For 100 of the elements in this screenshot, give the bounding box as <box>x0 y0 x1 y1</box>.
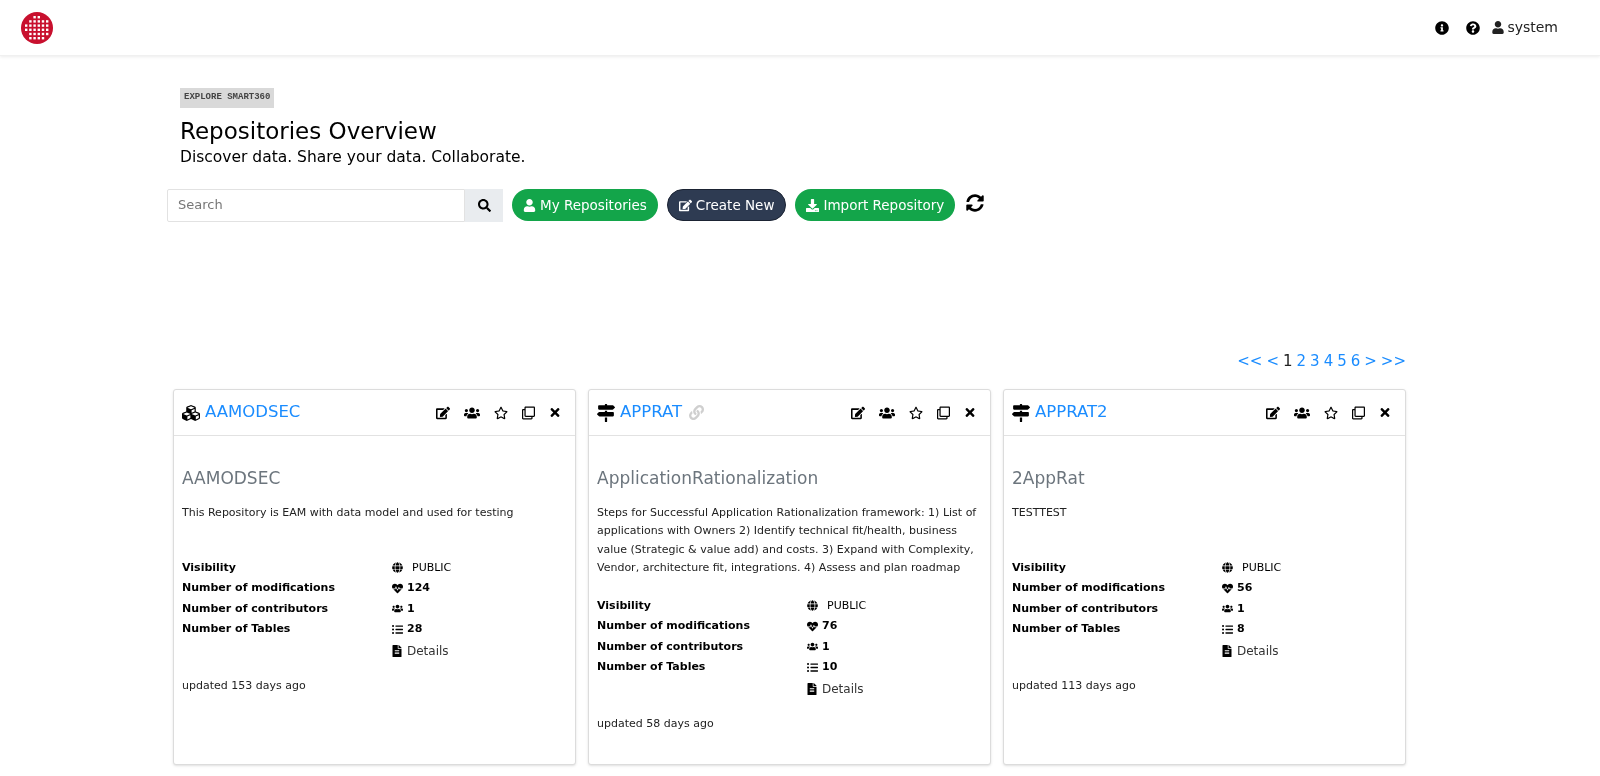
download-icon <box>806 198 820 212</box>
section-badge: EXPLORE SMART360 <box>180 88 275 108</box>
page-link[interactable]: > <box>1364 349 1377 372</box>
stat-label: Number of contributors <box>597 638 745 655</box>
globe-icon <box>392 562 403 574</box>
stat-label: Number of modifications <box>597 618 751 634</box>
users-icon <box>392 603 403 615</box>
cubes-icon <box>182 403 200 422</box>
stat-value: 1 <box>1237 600 1245 617</box>
page-link[interactable]: 4 <box>1323 349 1334 372</box>
copy-icon[interactable] <box>522 405 535 420</box>
document-icon <box>1222 644 1232 657</box>
users-icon <box>807 641 818 653</box>
updated-text: updated 153 days ago <box>182 677 307 694</box>
user-menu[interactable]: system <box>1492 17 1558 38</box>
stat-value: 124 <box>407 580 430 596</box>
stat-label: Number of modifications <box>182 580 336 596</box>
users-icon <box>1222 603 1233 615</box>
stat-value: 10 <box>822 659 838 675</box>
heartbeat-icon <box>1222 582 1233 594</box>
stat-value: 56 <box>1237 580 1253 596</box>
stat-value: 8 <box>1237 621 1245 637</box>
stat-label: Number of Tables <box>597 659 707 675</box>
repository-link[interactable]: APPRAT2 <box>1035 400 1108 425</box>
signpost-icon <box>597 403 615 422</box>
stat-value: PUBLIC <box>412 559 452 576</box>
star-icon[interactable] <box>494 405 508 420</box>
heartbeat-icon <box>807 620 818 632</box>
stat-value: 1 <box>822 638 830 655</box>
page-link[interactable]: 1 <box>1283 349 1293 372</box>
search-icon <box>477 198 491 212</box>
logo-icon <box>20 10 54 45</box>
stat-label: Number of contributors <box>182 600 330 617</box>
stat-value: 1 <box>407 600 415 617</box>
close-icon[interactable] <box>549 406 561 419</box>
repository-title: AAMODSEC <box>182 467 282 490</box>
page-title: Repositories Overview <box>180 116 438 146</box>
globe-icon <box>1222 562 1233 574</box>
edit-icon[interactable] <box>1266 405 1280 420</box>
stat-value: PUBLIC <box>1242 559 1282 576</box>
page-subtitle: Discover data. Share your data. Collaborate. <box>180 146 527 168</box>
document-icon <box>392 644 402 657</box>
page-link[interactable]: 3 <box>1310 349 1320 372</box>
edit-icon[interactable] <box>851 405 865 420</box>
stat-label: Number of Tables <box>182 621 292 637</box>
stat-value: 28 <box>407 621 423 637</box>
stat-value: 76 <box>822 618 838 634</box>
list-icon <box>1222 623 1233 635</box>
star-icon[interactable] <box>909 405 923 420</box>
star-icon[interactable] <box>1324 405 1338 420</box>
stat-label: Number of modifications <box>1012 580 1166 596</box>
copy-icon[interactable] <box>1352 405 1365 420</box>
page-link[interactable]: << <box>1237 349 1263 372</box>
repository-description: This Repository is EAM with data model and used for testing <box>182 504 515 521</box>
stat-label: Visibility <box>1012 559 1068 576</box>
repository-title: ApplicationRationalization <box>597 467 820 490</box>
info-icon[interactable] <box>1435 20 1450 35</box>
repository-link[interactable]: APPRAT <box>620 400 683 425</box>
action-button[interactable]: My Repositories <box>512 189 658 221</box>
details-link[interactable]: Details <box>807 679 982 698</box>
search-button[interactable] <box>465 188 503 222</box>
page-link[interactable]: 6 <box>1350 349 1361 372</box>
user-icon <box>1492 21 1505 34</box>
users-icon[interactable] <box>464 405 480 420</box>
action-button[interactable]: Import Repository <box>795 189 956 221</box>
copy-icon[interactable] <box>937 405 950 420</box>
stat-label: Visibility <box>182 559 238 576</box>
list-icon <box>807 661 818 673</box>
close-icon[interactable] <box>1379 406 1391 419</box>
stat-label: Number of contributors <box>1012 600 1160 617</box>
repository-link[interactable]: AAMODSEC <box>205 400 301 425</box>
users-icon[interactable] <box>879 405 895 420</box>
repository-title: 2AppRat <box>1012 467 1086 490</box>
stat-value: PUBLIC <box>827 597 867 614</box>
globe-icon <box>807 600 818 612</box>
help-icon[interactable] <box>1466 20 1481 35</box>
document-icon <box>807 682 817 695</box>
repository-description: Steps for Successful Application Rationalization framework: 1) List of applications with Owners 2) Identify technical fit/health, business value (Strategic & value add) and costs. 3) Expand with Complexity, Vendor, architecture fit, integrations. 4) Assess and plan roadmap <box>597 504 978 576</box>
page-link[interactable]: 2 <box>1296 349 1307 372</box>
stat-label: Visibility <box>597 597 653 614</box>
edit-icon <box>678 198 692 212</box>
search-field[interactable]: Search <box>167 188 465 222</box>
users-icon[interactable] <box>1294 405 1310 420</box>
heartbeat-icon <box>392 582 403 594</box>
refresh-icon[interactable] <box>966 194 985 212</box>
updated-text: updated 58 days ago <box>597 715 715 732</box>
edit-icon[interactable] <box>436 405 450 420</box>
close-icon[interactable] <box>964 406 976 419</box>
details-link[interactable]: Details <box>392 641 567 660</box>
repository-description: TESTTEST <box>1012 504 1068 521</box>
page-link[interactable]: < <box>1266 349 1279 372</box>
updated-text: updated 113 days ago <box>1012 677 1137 694</box>
list-icon <box>392 623 403 635</box>
action-button[interactable]: Create New <box>666 189 787 221</box>
details-link[interactable]: Details <box>1222 641 1397 660</box>
stat-label: Number of Tables <box>1012 621 1122 637</box>
page-link[interactable]: >> <box>1380 349 1406 372</box>
user-icon <box>523 198 536 212</box>
signpost-icon <box>1012 403 1030 422</box>
page-link[interactable]: 5 <box>1337 349 1347 372</box>
